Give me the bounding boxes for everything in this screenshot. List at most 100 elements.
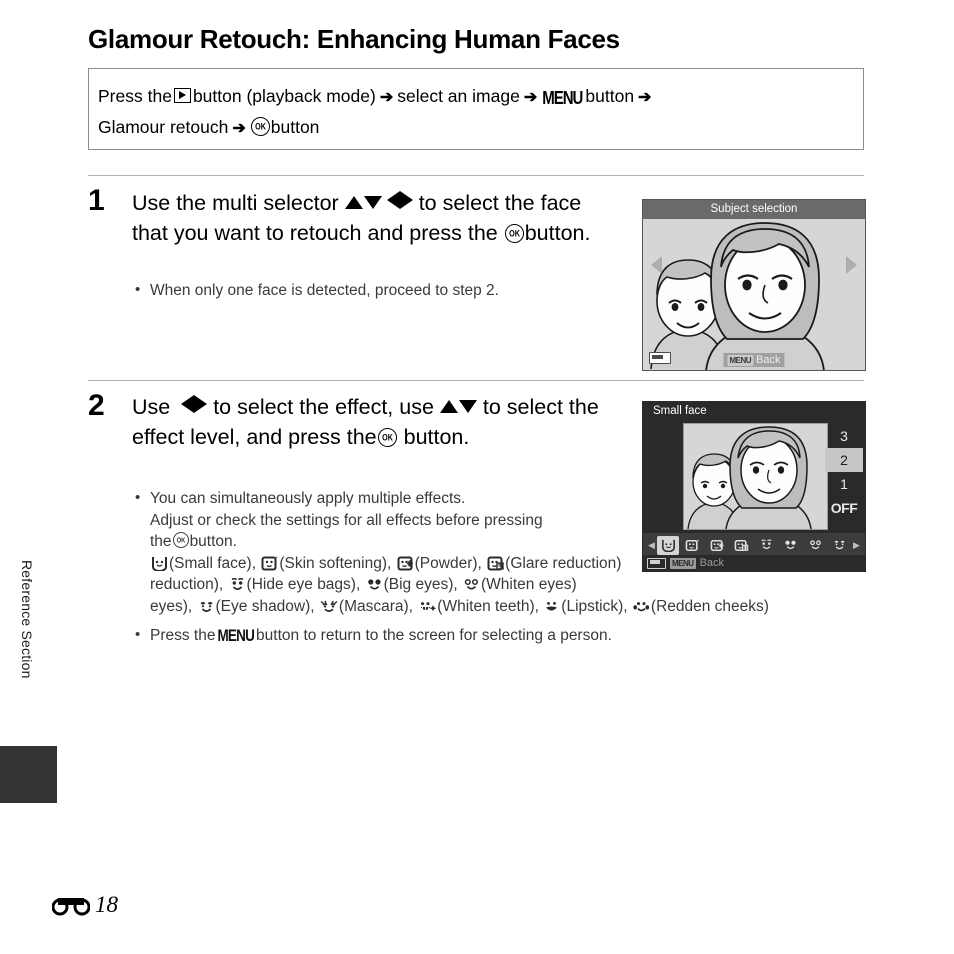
- page-footer: 18: [52, 893, 118, 916]
- glare-reduction-icon: [487, 556, 504, 570]
- effect-icon-big-eyes[interactable]: [780, 536, 802, 555]
- ok-button-icon: [504, 224, 524, 243]
- screen1-image-area: [643, 219, 865, 370]
- eye-shadow-icon: [834, 540, 846, 550]
- menu-button-icon: MENU: [727, 354, 754, 366]
- step-2-text-d: button.: [403, 425, 470, 449]
- effects-list-cont-1: reduction), (Hide eye bags), (Big eyes),…: [150, 576, 577, 593]
- effect-icon-whiten-eyes[interactable]: [804, 536, 826, 555]
- ok-button-icon: [172, 532, 189, 548]
- whiten-eyes-icon: [809, 540, 821, 550]
- small-face-icon: [152, 556, 167, 571]
- effect-icon-bar: ◀ ▶: [643, 533, 865, 557]
- path-text-press-the: Press the: [98, 86, 172, 106]
- menu-button-icon: MENU: [670, 557, 696, 569]
- level-option-1[interactable]: 1: [825, 472, 863, 496]
- scroll-left-arrow-icon[interactable]: ◀: [647, 540, 656, 550]
- playback-button-icon: [173, 88, 191, 103]
- small-face-icon: [661, 539, 675, 552]
- up-arrow-icon: [344, 196, 363, 209]
- lipstick-icon: [546, 601, 558, 610]
- powder-icon: [710, 539, 724, 551]
- nav-right-arrow-icon[interactable]: [846, 256, 857, 274]
- effect-icon-glare-reduction[interactable]: [731, 536, 753, 555]
- redden-cheeks-icon: [633, 601, 650, 611]
- effect-label-0: (Small face): [169, 554, 252, 572]
- left-arrow-icon: [386, 191, 400, 209]
- powder-icon: [397, 556, 413, 570]
- camera-screen-small-face: Small face 3 2 1 OFF ◀ ▶ MENU Back: [642, 401, 866, 572]
- whiten-eyes-icon: [464, 578, 479, 590]
- battery-icon: [647, 557, 666, 569]
- effect-label-1: (Skin softening): [279, 554, 388, 572]
- step-1-bullet-text: When only one face is detected, proceed …: [150, 282, 499, 299]
- list-item: Press theMENUbutton to return to the scr…: [132, 624, 872, 647]
- level-option-2-selected[interactable]: 2: [825, 448, 863, 472]
- path-arrow-3: ➔: [638, 89, 652, 106]
- divider-between-steps: [88, 380, 864, 381]
- whiten-teeth-icon: [420, 601, 437, 611]
- up-arrow-icon: [439, 400, 458, 413]
- step-1-number: 1: [88, 184, 105, 217]
- effect-label-5: (Big eyes): [383, 576, 454, 593]
- path-text-select-image: select an image: [397, 86, 520, 106]
- small-face-illustration: [684, 424, 827, 529]
- screen2-status-bar: MENU Back: [643, 555, 865, 571]
- menu-path-line-2: Glamour retouch➔ button: [98, 117, 319, 137]
- screen1-back-indicator: MENU Back: [723, 353, 785, 367]
- big-eyes-icon: [367, 579, 381, 590]
- effect-icon-skin-softening[interactable]: [682, 536, 704, 555]
- scroll-right-arrow-icon[interactable]: ▶: [852, 540, 861, 550]
- section-tab-marker: [0, 746, 57, 803]
- mascara-icon: [320, 600, 338, 612]
- section-side-label: Reference Section: [19, 560, 35, 679]
- right-arrow-icon: [194, 395, 208, 413]
- step-2-bullet1-line3-b: button.: [189, 533, 237, 550]
- level-option-3[interactable]: 3: [825, 424, 863, 448]
- step-1-instruction: Use the multi selector to select the fac…: [132, 188, 612, 248]
- right-arrow-icon: [399, 191, 413, 209]
- step-1-text-a: Use the multi selector: [132, 191, 339, 215]
- step-2-text-b: to select the effect, use: [213, 395, 434, 419]
- effect-level-selector[interactable]: 3 2 1 OFF: [825, 424, 863, 520]
- skin-softening-icon: [261, 556, 278, 570]
- screen2-image-area: [683, 423, 828, 530]
- effect-icon-powder[interactable]: [706, 536, 728, 555]
- page-number: 18: [95, 892, 118, 917]
- effects-list-cont-2: eyes), (Eye shadow), (Mascara), (Whiten …: [150, 597, 769, 615]
- step-2-number: 2: [88, 389, 105, 422]
- effect-icon-list: [656, 535, 852, 555]
- path-arrow-4: ➔: [232, 120, 246, 137]
- path-text-glamour-retouch: Glamour retouch: [98, 117, 229, 137]
- nav-left-arrow-icon[interactable]: [651, 256, 662, 274]
- effect-icon-hide-eye-bags[interactable]: [755, 536, 777, 555]
- down-arrow-icon: [458, 400, 477, 413]
- hide-eye-bags-icon: [231, 578, 244, 590]
- page-title: Glamour Retouch: Enhancing Human Faces: [88, 24, 620, 54]
- effect-icon-small-face[interactable]: [657, 535, 679, 555]
- screen2-back-label: Back: [699, 557, 725, 569]
- path-arrow-1: ➔: [379, 89, 394, 106]
- glare-reduction-icon: [734, 539, 749, 551]
- effect-label-9: (Whiten teeth): [437, 597, 535, 615]
- effect-label-8: (Mascara): [338, 597, 409, 615]
- reference-section-e-icon: [52, 897, 90, 915]
- down-arrow-icon: [363, 196, 382, 209]
- hide-eye-bags-icon: [761, 539, 772, 550]
- ok-button-icon: [377, 428, 397, 447]
- step-2-bullet1-line3-a: the: [150, 533, 172, 550]
- skin-softening-icon: [685, 538, 700, 551]
- step-2-bullet2-a: Press the: [150, 627, 216, 644]
- level-option-off[interactable]: OFF: [825, 496, 863, 520]
- effect-label-7: (Eye shadow): [215, 597, 311, 615]
- eye-shadow-icon: [199, 601, 213, 612]
- menu-button-icon: MENU: [217, 626, 255, 645]
- big-eyes-icon: [785, 540, 796, 550]
- subject-selection-illustration: [643, 219, 865, 370]
- step-1-text-c: button.: [524, 221, 591, 245]
- menu-path-line-1: Press the button (playback mode) ➔ select a…: [98, 86, 655, 108]
- effect-icon-eye-shadow[interactable]: [829, 536, 851, 555]
- path-text-button-2: button: [270, 117, 320, 137]
- step-2-bullet2-b: button to return to the screen for selec…: [256, 627, 612, 644]
- path-text-button-1: button: [585, 86, 635, 106]
